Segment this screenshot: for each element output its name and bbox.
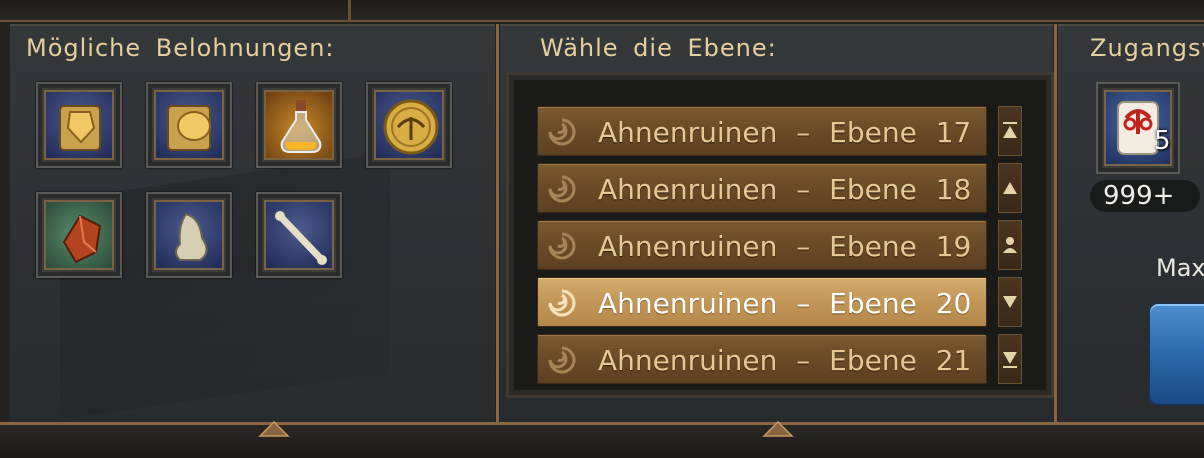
scroll-down-button[interactable] [998,277,1022,327]
level-row-21[interactable]: Ahnenruinen – Ebene 21 [537,334,987,384]
panel-divider [1054,24,1057,424]
scroll-top-button[interactable] [998,106,1022,156]
enter-button[interactable] [1148,302,1204,406]
top-frame-bar [0,0,1204,22]
swirl-icon [548,118,576,146]
reward-slot[interactable] [146,82,232,168]
level-row-19[interactable]: Ahnenruinen – Ebene 19 [537,220,987,270]
scroll-up-button[interactable] [998,163,1022,213]
swirl-icon [548,232,576,260]
center-player-button[interactable] [998,220,1022,270]
center-player-icon [1003,237,1017,253]
item-quantity: 5 [1154,126,1171,156]
access-count: 999+ [1103,181,1175,211]
access-title: Zugangsv [1090,34,1204,62]
scroll-up-icon [1003,182,1017,194]
gold-coin-icon [383,99,439,155]
rewards-title: Mögliche Belohnungen: [26,34,335,62]
level-row-17[interactable]: Ahnenruinen – Ebene 17 [537,106,987,156]
scroll-down-icon [1003,296,1017,308]
bottom-frame-bar [0,422,1204,458]
reward-slot[interactable] [366,82,452,168]
bone-stick-icon [275,211,327,265]
level-row-20[interactable]: Ahnenruinen – Ebene 20 [537,277,987,327]
level-row-18[interactable]: Ahnenruinen – Ebene 18 [537,163,987,213]
scroll-bottom-icon [1003,352,1017,368]
scroll-gauntlet-icon [167,105,211,151]
level-label: Ahnenruinen – Ebene 17 [598,116,972,149]
scroll-top-icon [1003,122,1017,138]
reward-slot[interactable] [36,82,122,168]
reward-slot[interactable] [256,192,342,278]
swirl-icon [548,346,576,374]
frame-notch [258,420,290,437]
level-label: Ahnenruinen – Ebene 20 [598,287,972,320]
reward-slot[interactable] [146,192,232,278]
max-label: Max [1156,254,1204,282]
swirl-icon [548,289,576,317]
frame-notch [762,420,794,437]
reward-slot[interactable] [36,192,122,278]
level-label: Ahnenruinen – Ebene 19 [598,230,972,263]
bone-nose-icon [175,212,208,261]
level-select-title: Wähle die Ebene: [540,34,777,62]
level-label: Ahnenruinen – Ebene 18 [598,173,972,206]
reward-slot[interactable] [256,82,342,168]
scroll-armor-icon [59,105,101,151]
panel-divider [496,24,499,424]
red-gem-icon [62,214,102,264]
level-label: Ahnenruinen – Ebene 21 [598,344,972,377]
swirl-icon [548,175,576,203]
scroll-bottom-button[interactable] [998,334,1022,384]
potion-flask-icon [280,100,322,153]
